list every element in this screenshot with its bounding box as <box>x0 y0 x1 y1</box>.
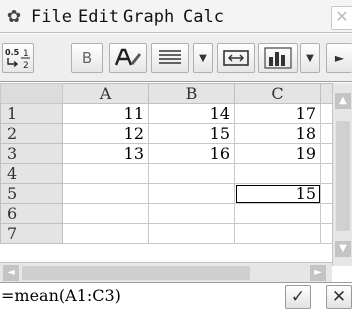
check-icon: ✓ <box>290 287 306 307</box>
corner-cell[interactable] <box>0 83 63 104</box>
cancel-button[interactable]: ✕ <box>326 285 352 309</box>
scroll-right-icon[interactable]: ► <box>310 265 326 281</box>
cell-b3[interactable]: 16 <box>148 143 235 164</box>
close-icon: ✕ <box>331 287 347 307</box>
table-row: 3 13 16 19 <box>0 143 341 164</box>
align-lines-icon <box>159 50 181 64</box>
scroll-up-icon[interactable]: ▲ <box>335 93 351 109</box>
toolbar: 0.5 1 2 B ▼ ▼ ► <box>0 34 352 82</box>
cell-width-icon <box>223 50 249 66</box>
bar-graph-icon <box>264 47 292 69</box>
close-icon[interactable]: ✕ <box>331 6 352 30</box>
cell-a7[interactable] <box>62 223 149 244</box>
table-row: 7 <box>0 223 341 244</box>
cell-b5[interactable] <box>148 183 235 204</box>
cell-c3[interactable]: 19 <box>234 143 321 164</box>
bold-button[interactable]: B <box>71 43 103 73</box>
spreadsheet-grid: A B C 1 11 14 17 2 12 15 18 3 13 16 19 4 <box>0 83 352 266</box>
edit-line: =mean(A1:C3) ✓ ✕ <box>0 282 352 309</box>
menu-graph[interactable]: Graph <box>123 5 174 29</box>
menu-edit[interactable]: Edit <box>78 5 119 29</box>
cell-a2[interactable]: 12 <box>62 123 149 144</box>
cell-a6[interactable] <box>62 203 149 224</box>
arrow-right-icon: ► <box>334 51 345 65</box>
cell-b4[interactable] <box>148 163 235 184</box>
cell-b1[interactable]: 14 <box>148 103 235 124</box>
graph-dropdown-button[interactable]: ▼ <box>300 43 320 73</box>
row-header[interactable]: 7 <box>0 223 63 244</box>
confirm-button[interactable]: ✓ <box>285 285 311 309</box>
table-row: 5 15 <box>0 183 341 204</box>
row-header[interactable]: 5 <box>0 183 63 204</box>
vertical-scroll-thumb[interactable] <box>336 121 350 231</box>
text-format-button[interactable] <box>109 43 147 73</box>
cell-c1[interactable]: 17 <box>234 103 321 124</box>
scroll-left-icon[interactable]: ◄ <box>3 265 19 281</box>
align-button[interactable] <box>151 43 189 73</box>
font-pen-icon <box>114 48 141 66</box>
cell-b2[interactable]: 15 <box>148 123 235 144</box>
row-header[interactable]: 2 <box>0 123 63 144</box>
graph-button[interactable] <box>258 43 298 73</box>
cell-a4[interactable] <box>62 163 149 184</box>
cell-c2[interactable]: 18 <box>234 123 321 144</box>
row-header[interactable]: 4 <box>0 163 63 184</box>
cell-a1[interactable]: 11 <box>62 103 149 124</box>
row-header[interactable]: 3 <box>0 143 63 164</box>
horizontal-scrollbar[interactable]: ◄ ► <box>0 262 332 282</box>
cell-width-button[interactable] <box>217 43 255 73</box>
fraction-decimal-icon: 0.5 1 2 <box>5 48 30 70</box>
table-row: 6 <box>0 203 341 224</box>
svg-text:2: 2 <box>23 61 29 70</box>
column-header-b[interactable]: B <box>148 83 235 104</box>
chevron-down-icon: ▼ <box>199 52 207 64</box>
table-row: 4 <box>0 163 341 184</box>
cell-a3[interactable]: 13 <box>62 143 149 164</box>
menu-calc[interactable]: Calc <box>183 5 224 29</box>
formula-input[interactable]: =mean(A1:C3) <box>1 286 121 305</box>
table-row: 2 12 15 18 <box>0 123 341 144</box>
table-row: 1 11 14 17 <box>0 103 341 124</box>
vertical-scrollbar[interactable]: ▲ ▼ <box>332 83 352 266</box>
cell-b6[interactable] <box>148 203 235 224</box>
gear-icon[interactable]: ✿ <box>5 8 23 26</box>
row-header[interactable]: 1 <box>0 103 63 124</box>
horizontal-scroll-thumb[interactable] <box>22 266 250 280</box>
fraction-decimal-button[interactable]: 0.5 1 2 <box>2 43 34 73</box>
cell-c6[interactable] <box>234 203 321 224</box>
cell-a5[interactable] <box>62 183 149 204</box>
selected-cell-c5[interactable]: 15 <box>234 183 321 204</box>
menu-file[interactable]: File <box>31 5 72 29</box>
menu-bar: ✿ File Edit Graph Calc ✕ <box>0 0 352 33</box>
cell-c4[interactable] <box>234 163 321 184</box>
cell-c7[interactable] <box>234 223 321 244</box>
row-header[interactable]: 6 <box>0 203 63 224</box>
column-header-c[interactable]: C <box>234 83 321 104</box>
svg-text:0.5: 0.5 <box>5 48 20 57</box>
toolbar-scroll-right-button[interactable]: ► <box>326 43 352 73</box>
scroll-down-icon[interactable]: ▼ <box>335 241 351 257</box>
align-dropdown-button[interactable]: ▼ <box>193 43 213 73</box>
chevron-down-icon: ▼ <box>306 52 314 64</box>
column-header-a[interactable]: A <box>62 83 149 104</box>
cell-b7[interactable] <box>148 223 235 244</box>
spreadsheet-table: A B C 1 11 14 17 2 12 15 18 3 13 16 19 4 <box>0 83 341 244</box>
